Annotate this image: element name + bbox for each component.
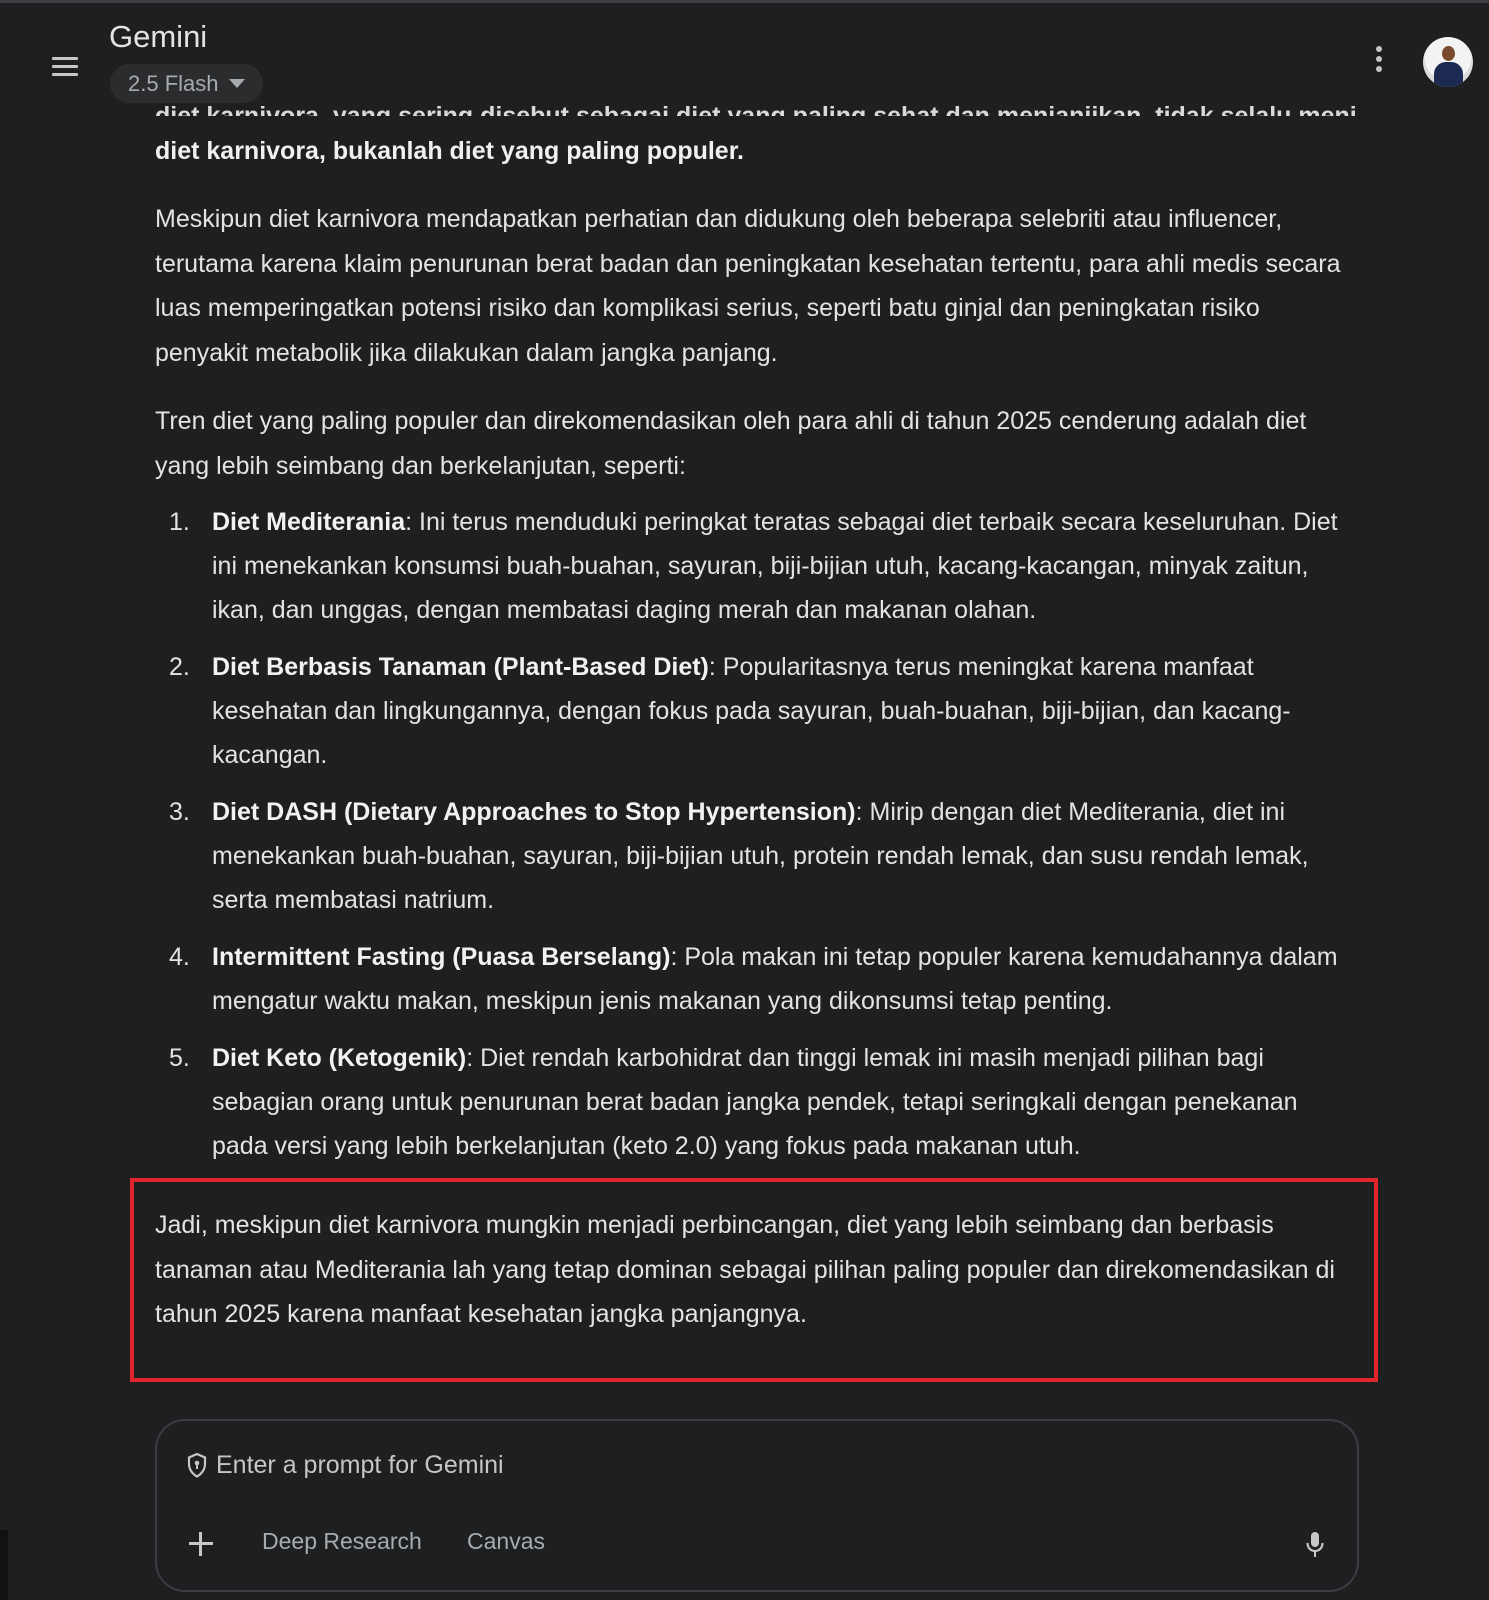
list-item-title: Diet Berbasis Tanaman (Plant-Based Diet): [212, 653, 709, 681]
paragraph-carnivore-risks: Meskipun diet karnivora mendapatkan perh…: [155, 205, 1341, 367]
shield-icon: [187, 1453, 207, 1478]
mic-icon[interactable]: [1305, 1531, 1325, 1559]
app-title: Gemini: [109, 19, 208, 54]
bold-statement: diet karnivora, bukanlah diet yang palin…: [155, 137, 745, 165]
list-item: 5. Diet Keto (Ketogenik): Diet rendah kar…: [155, 1036, 1355, 1168]
list-number: 2.: [169, 653, 190, 681]
conversation-area[interactable]: diet karnivora, yang sering disebut seba…: [0, 0, 1489, 1600]
canvas-button[interactable]: Canvas: [467, 1528, 545, 1555]
list-item-title: Diet DASH (Dietary Approaches to Stop Hy…: [212, 798, 856, 826]
deep-research-button[interactable]: Deep Research: [262, 1528, 422, 1555]
list-item-title: Intermittent Fasting (Puasa Berselang): [212, 943, 671, 971]
model-response: diet karnivora, yang sering disebut seba…: [155, 94, 1355, 1181]
paragraph-summary: Jadi, meskipun diet karnivora mungkin me…: [155, 1211, 1335, 1328]
plus-icon[interactable]: [187, 1530, 215, 1558]
list-number: 5.: [169, 1044, 190, 1072]
more-vert-icon[interactable]: [1372, 46, 1386, 78]
avatar[interactable]: [1423, 37, 1473, 87]
list-item-title: Diet Mediterania: [212, 508, 406, 536]
list-item: 1. Diet Mediterania: Ini terus menduduki …: [155, 500, 1355, 632]
list-item: 3. Diet DASH (Dietary Approaches to Stop …: [155, 790, 1355, 922]
menu-icon[interactable]: [52, 57, 78, 77]
list-item-title: Diet Keto (Ketogenik): [212, 1044, 467, 1072]
model-selector[interactable]: 2.5 Flash: [110, 64, 263, 103]
diet-list: 1. Diet Mediterania: Ini terus menduduki …: [155, 500, 1355, 1168]
list-number: 3.: [169, 798, 190, 826]
top-bar: Gemini 2.5 Flash: [0, 3, 1489, 106]
prompt-input[interactable]: [216, 1451, 1216, 1480]
list-number: 1.: [169, 508, 190, 536]
list-item: 4. Intermittent Fasting (Puasa Berselang)…: [155, 935, 1355, 1023]
paragraph-trends-intro: Tren diet yang paling populer dan direko…: [155, 407, 1307, 480]
caret-down-icon: [228, 79, 245, 88]
prompt-box: Deep Research Canvas: [155, 1419, 1359, 1592]
list-number: 4.: [169, 943, 190, 971]
window-edge: [0, 1530, 8, 1600]
gemini-app: diet karnivora, yang sering disebut seba…: [0, 0, 1489, 1600]
list-item: 2. Diet Berbasis Tanaman (Plant-Based Die…: [155, 645, 1355, 777]
model-name: 2.5 Flash: [128, 70, 219, 96]
